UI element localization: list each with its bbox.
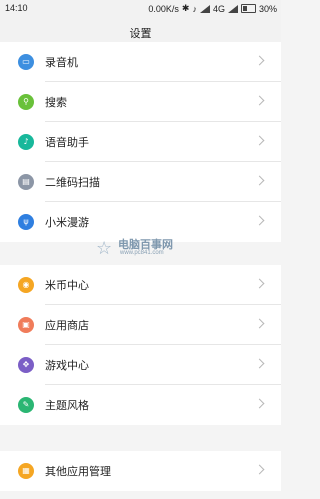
theme-icon: ✎ — [18, 397, 34, 413]
settings-item-label: 语音助手 — [45, 136, 89, 149]
cell-signal-icon — [227, 4, 238, 13]
settings-item-label: 录音机 — [45, 56, 78, 69]
settings-item[interactable]: ◉ 米币中心 — [0, 265, 281, 305]
search-icon: ⚲ — [18, 94, 34, 110]
settings-item-label: 其他应用管理 — [45, 465, 111, 478]
status-icons: 0.00K/s ✱ ♪ 4G 30% — [148, 3, 277, 14]
settings-item[interactable]: ▤ 二维码扫描 — [0, 162, 281, 202]
chevron-right-icon — [254, 358, 265, 369]
chevron-right-icon — [254, 398, 265, 409]
settings-item-label: 主题风格 — [45, 399, 89, 412]
roaming-icon: ψ — [18, 214, 34, 230]
apps-grid-icon: ▦ — [18, 463, 34, 479]
recorder-icon: ▭ — [18, 54, 34, 70]
settings-item[interactable]: ✎ 主题风格 — [0, 385, 281, 425]
battery-icon — [240, 4, 256, 13]
settings-item-label: 二维码扫描 — [45, 176, 100, 189]
settings-item[interactable]: ♪ 语音助手 — [0, 122, 281, 162]
settings-item-label: 搜索 — [45, 96, 67, 109]
watermark-url: www.pc841.com — [120, 250, 164, 256]
settings-group: ▦ 其他应用管理 — [0, 451, 281, 491]
chevron-right-icon — [254, 175, 265, 186]
settings-group: ▭ 录音机 ⚲ 搜索 ♪ 语音助手 ▤ 二维码扫描 ψ 小米漫游 — [0, 42, 281, 242]
settings-item[interactable]: ▣ 应用商店 — [0, 305, 281, 345]
qr-scan-icon: ▤ — [18, 174, 34, 190]
chevron-right-icon — [254, 215, 265, 226]
settings-group: ◉ 米币中心 ▣ 应用商店 ✥ 游戏中心 ✎ 主题风格 — [0, 265, 281, 425]
microphone-icon: ♪ — [18, 134, 34, 150]
chevron-right-icon — [254, 135, 265, 146]
chevron-right-icon — [254, 95, 265, 106]
settings-item[interactable]: ✥ 游戏中心 — [0, 345, 281, 385]
chevron-right-icon — [254, 464, 265, 475]
coin-icon: ◉ — [18, 277, 34, 293]
chevron-right-icon — [254, 55, 265, 66]
settings-item-label: 游戏中心 — [45, 359, 89, 372]
network-type: 4G — [212, 3, 225, 14]
network-speed: 0.00K/s — [148, 3, 179, 14]
settings-item[interactable]: ▦ 其他应用管理 — [0, 451, 281, 491]
settings-item[interactable]: ⚲ 搜索 — [0, 82, 281, 122]
watermark: ☆ 电脑百事网 www.pc841.com — [96, 236, 196, 264]
bluetooth-icon: ✱ — [181, 3, 190, 13]
battery-level: 30% — [258, 3, 277, 14]
settings-item-label: 应用商店 — [45, 319, 89, 332]
mute-icon: ♪ — [192, 3, 197, 14]
settings-item-label: 米币中心 — [45, 279, 89, 292]
status-time: 14:10 — [5, 3, 28, 13]
gamepad-icon: ✥ — [18, 357, 34, 373]
chevron-right-icon — [254, 318, 265, 329]
settings-item[interactable]: ▭ 录音机 — [0, 42, 281, 82]
settings-item-label: 小米漫游 — [45, 216, 89, 229]
status-bar: 14:10 0.00K/s ✱ ♪ 4G 30% — [0, 0, 281, 18]
wifi-signal-icon — [199, 4, 210, 13]
watermark-star-icon: ☆ — [96, 238, 113, 259]
app-store-icon: ▣ — [18, 317, 34, 333]
chevron-right-icon — [254, 278, 265, 289]
